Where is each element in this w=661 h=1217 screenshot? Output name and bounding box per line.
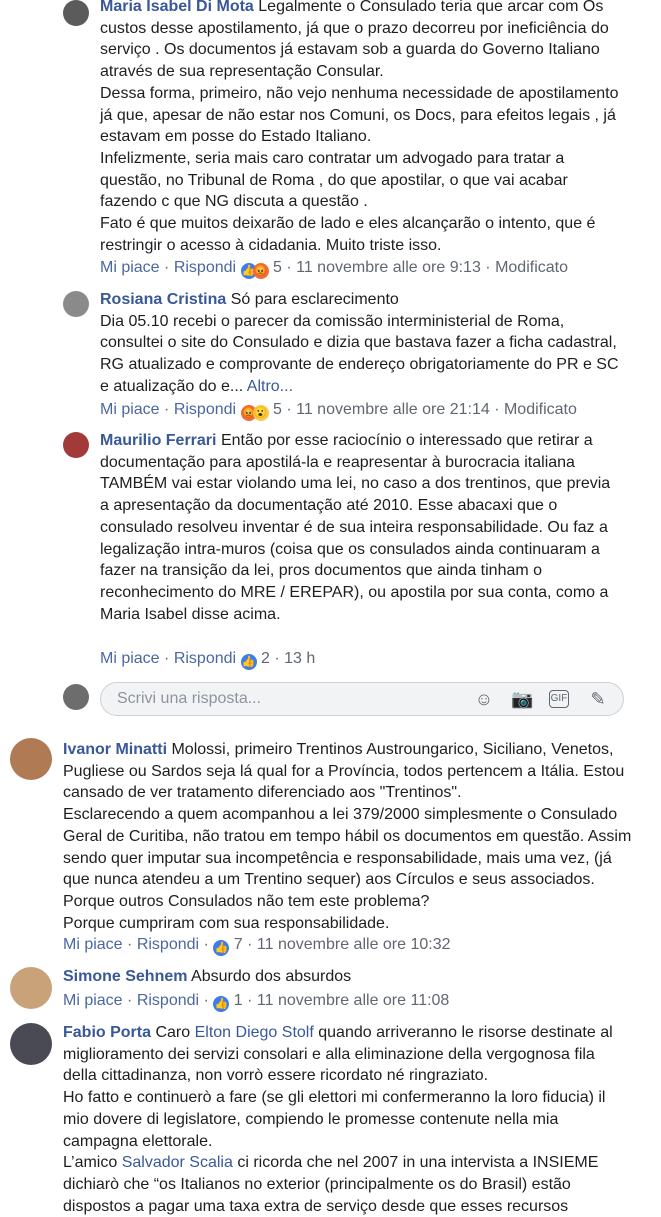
like-icon[interactable]: 👍 bbox=[213, 940, 230, 956]
comment-text: quando arriveranno le risorse destinate … bbox=[63, 1024, 613, 1172]
avatar[interactable] bbox=[10, 967, 52, 1009]
reaction-count[interactable]: 5 bbox=[273, 259, 282, 276]
separator: · bbox=[247, 936, 253, 953]
comment-author[interactable]: Maurilio Ferrari bbox=[100, 432, 216, 449]
comment-author[interactable]: Rosiana Cristina bbox=[100, 291, 226, 308]
separator: · bbox=[164, 259, 170, 276]
timestamp[interactable]: 11 novembre alle ore 9:13 bbox=[296, 259, 481, 276]
like-button[interactable]: Mi piace bbox=[63, 936, 123, 953]
like-button[interactable]: Mi piace bbox=[63, 992, 123, 1009]
timestamp[interactable]: 13 h bbox=[284, 650, 315, 667]
comment-actions: Mi piace · Rispondi 😡😮 5 · 11 novembre a… bbox=[100, 400, 577, 421]
emoji-icon[interactable]: ☺ bbox=[473, 688, 495, 710]
avatar[interactable] bbox=[63, 291, 89, 317]
separator: · bbox=[485, 259, 491, 276]
reply-button[interactable]: Rispondi bbox=[174, 259, 236, 276]
separator: · bbox=[127, 936, 133, 953]
comment-actions: Mi piace · Rispondi 👍😡 5 · 11 novembre a… bbox=[100, 258, 568, 279]
comment-text: Molossi, primeiro Trentinos Austroungari… bbox=[63, 741, 632, 932]
timestamp[interactable]: 11 novembre alle ore 10:32 bbox=[257, 936, 451, 953]
reply-placeholder: Scrivi una risposta... bbox=[117, 690, 262, 707]
timestamp[interactable]: 11 novembre alle ore 11:08 bbox=[257, 992, 449, 1009]
separator: · bbox=[164, 650, 170, 667]
like-button[interactable]: Mi piace bbox=[100, 401, 160, 418]
comment-author[interactable]: Fabio Porta bbox=[63, 1024, 151, 1041]
comment-author[interactable]: Ivanor Minatti bbox=[63, 741, 167, 758]
comment-actions: Mi piace · Rispondi · 👍 7 · 11 novembre … bbox=[63, 935, 451, 956]
comment-text: Legalmente o Consulado teria que arcar c… bbox=[100, 0, 619, 254]
separator: · bbox=[247, 992, 253, 1009]
separator: · bbox=[203, 936, 209, 953]
angry-icon[interactable]: 😡 bbox=[252, 263, 269, 279]
like-button[interactable]: Mi piace bbox=[100, 259, 160, 276]
camera-icon[interactable]: 📷 bbox=[511, 688, 533, 710]
like-icon[interactable]: 👍 bbox=[213, 996, 230, 1012]
mention-link[interactable]: Elton Diego Stolf bbox=[195, 1024, 314, 1041]
comment-author[interactable]: Maria Isabel Di Mota bbox=[100, 0, 254, 15]
reply-button[interactable]: Rispondi bbox=[137, 936, 199, 953]
reply-button[interactable]: Rispondi bbox=[174, 650, 236, 667]
separator: · bbox=[127, 992, 133, 1009]
see-more-link[interactable]: Altro... bbox=[247, 378, 293, 395]
comment-actions: Mi piace · Rispondi 👍 2 · 13 h bbox=[100, 649, 315, 670]
comment-text: Absurdo dos absurdos bbox=[191, 968, 352, 985]
like-button[interactable]: Mi piace bbox=[100, 650, 160, 667]
comment-body: Rosiana Cristina Só para esclarecimento … bbox=[100, 289, 620, 398]
mention-link[interactable]: Salvador Scalia bbox=[122, 1154, 233, 1171]
comment-body: Simone Sehnem Absurdo dos absurdos bbox=[63, 966, 633, 988]
reply-button[interactable]: Rispondi bbox=[174, 401, 236, 418]
comment-text: Então por esse raciocínio o interessado … bbox=[100, 432, 615, 623]
current-user-avatar bbox=[63, 684, 89, 710]
wow-icon[interactable]: 😮 bbox=[252, 405, 269, 421]
comment-body: Maria Isabel Di Mota Legalmente o Consul… bbox=[100, 0, 620, 256]
separator: · bbox=[164, 401, 170, 418]
timestamp[interactable]: 11 novembre alle ore 21:14 bbox=[296, 401, 490, 418]
reaction-count[interactable]: 2 bbox=[261, 650, 270, 667]
avatar[interactable] bbox=[10, 738, 52, 780]
reaction-count[interactable]: 5 bbox=[273, 401, 282, 418]
comment-body: Maurilio Ferrari Então por esse raciocín… bbox=[100, 430, 620, 625]
avatar[interactable] bbox=[63, 432, 89, 458]
comment-text: Caro bbox=[155, 1024, 191, 1041]
comment-author[interactable]: Simone Sehnem bbox=[63, 968, 187, 985]
edited-label[interactable]: Modificato bbox=[504, 401, 577, 418]
avatar[interactable] bbox=[10, 1023, 52, 1065]
comment-body: Fabio Porta Caro Elton Diego Stolf quand… bbox=[63, 1022, 633, 1217]
like-icon[interactable]: 👍 bbox=[240, 654, 257, 670]
reaction-count[interactable]: 7 bbox=[234, 936, 243, 953]
reply-input[interactable]: Scrivi una risposta... ☺ 📷 GIF ✎ bbox=[100, 682, 624, 716]
edited-label[interactable]: Modificato bbox=[495, 259, 568, 276]
separator: · bbox=[286, 259, 292, 276]
gif-icon[interactable]: GIF bbox=[549, 690, 569, 708]
reaction-count[interactable]: 1 bbox=[234, 992, 243, 1009]
separator: · bbox=[286, 401, 292, 418]
separator: · bbox=[494, 401, 500, 418]
sticker-icon[interactable]: ✎ bbox=[587, 688, 609, 710]
separator: · bbox=[203, 992, 209, 1009]
comment-body: Ivanor Minatti Molossi, primeiro Trentin… bbox=[63, 739, 633, 934]
reply-button[interactable]: Rispondi bbox=[137, 992, 199, 1009]
avatar[interactable] bbox=[63, 0, 89, 26]
comment-actions: Mi piace · Rispondi · 👍 1 · 11 novembre … bbox=[63, 991, 449, 1012]
separator: · bbox=[274, 650, 280, 667]
